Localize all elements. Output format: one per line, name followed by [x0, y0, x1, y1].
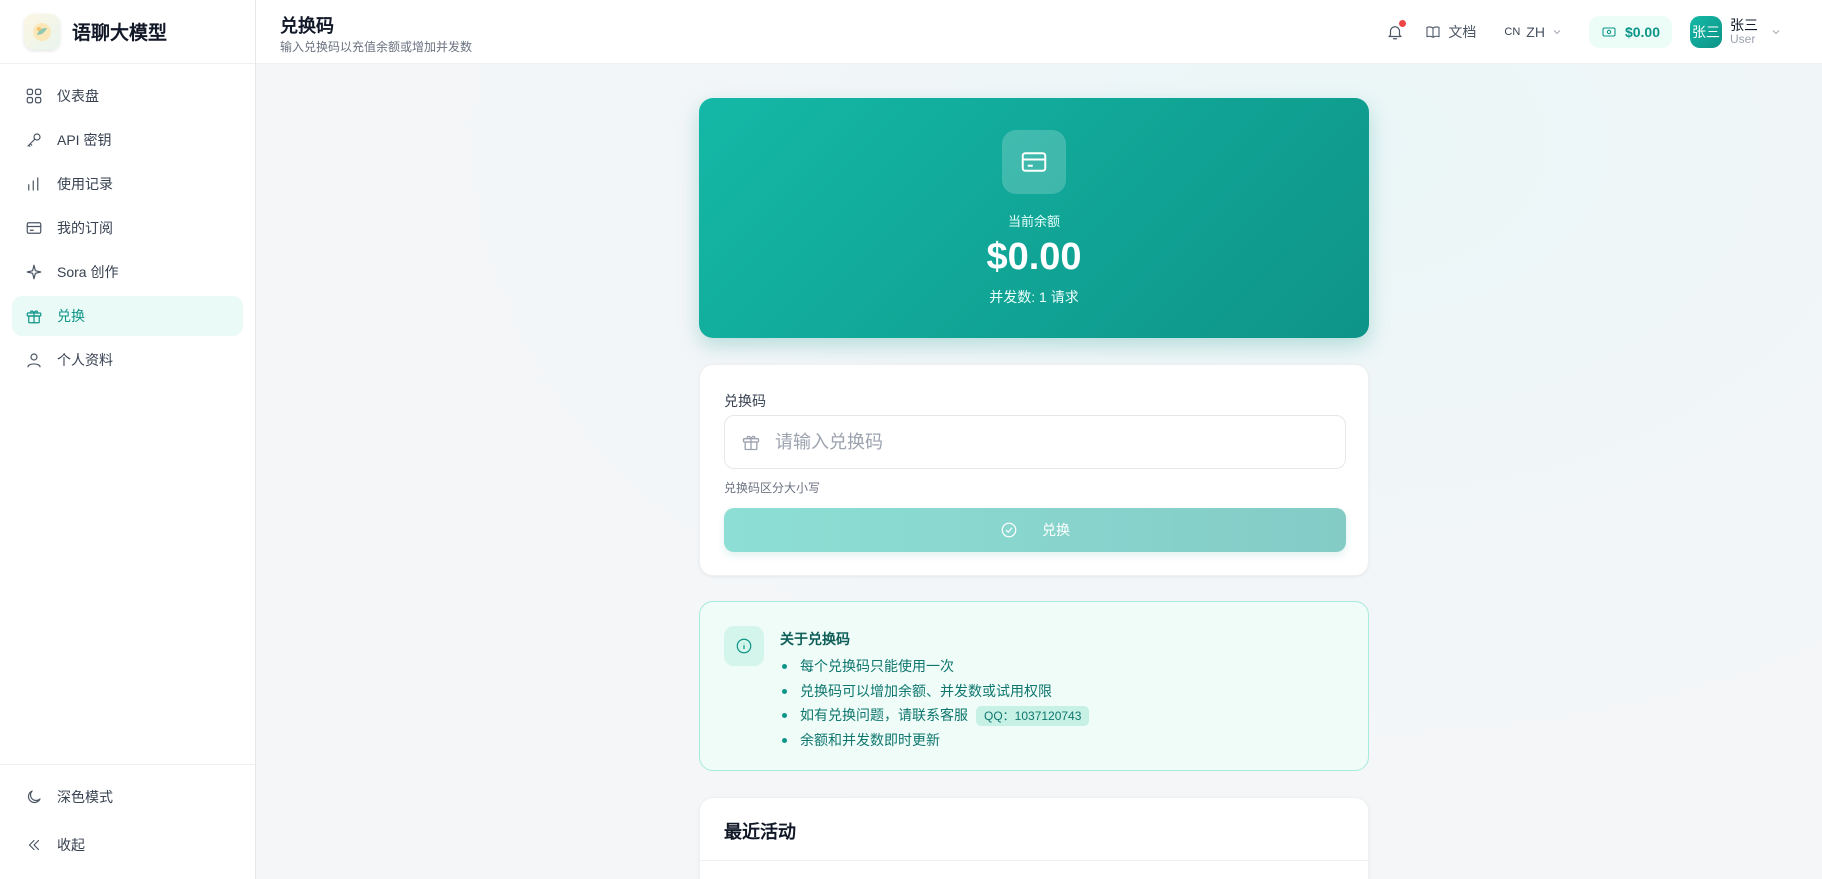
- brand-logo-icon: [24, 13, 60, 50]
- collapse-sidebar-button[interactable]: 收起: [12, 823, 244, 867]
- redeem-form-card: 兑换码 兑换码区分大小写 兑换: [699, 364, 1369, 576]
- list-item: 余额和并发数即时更新: [780, 728, 1089, 753]
- main-content: 当前余额 $0.00 并发数: 1 请求 兑换码 兑换码区分大小写 兑换 关于兑…: [256, 64, 1822, 879]
- redeem-code-label: 兑换码: [724, 393, 766, 409]
- docs-label: 文档: [1448, 24, 1477, 40]
- info-list: 每个兑换码只能使用一次 兑换码可以增加余额、并发数或试用权限 如有兑换问题，请联…: [780, 654, 1090, 753]
- notification-dot: [1399, 20, 1407, 27]
- list-item: 兑换码可以增加余额、并发数或试用权限: [780, 679, 1089, 704]
- sidebar-item-dashboard[interactable]: 仪表盘: [12, 76, 243, 116]
- sidebar-item-api-keys[interactable]: API 密钥: [12, 120, 243, 160]
- grid-icon: [26, 88, 42, 104]
- redeem-code-field[interactable]: [724, 415, 1346, 469]
- docs-link[interactable]: 文档: [1425, 22, 1476, 42]
- collapse-label: 收起: [57, 837, 85, 853]
- info-title: 关于兑换码: [780, 631, 850, 647]
- info-icon: [724, 626, 764, 666]
- case-sensitive-hint: 兑换码区分大小写: [724, 481, 821, 495]
- brand-name: 语聊大模型: [72, 23, 168, 44]
- chevron-down-icon: [1772, 30, 1780, 35]
- balance-amount: $0.00: [1624, 24, 1660, 40]
- balance-value: $0.00: [986, 236, 1082, 278]
- key-icon: [27, 133, 41, 147]
- bar-chart-icon: [28, 177, 39, 191]
- concurrency-text: 并发数: 1 请求: [989, 289, 1079, 305]
- recent-activity-title: 最近活动: [724, 822, 796, 842]
- sidebar-item-label: 兑换: [57, 308, 85, 324]
- sparkle-icon: [26, 264, 42, 280]
- redeem-button-label: 兑换: [1042, 522, 1070, 538]
- redeem-info-card: 关于兑换码 每个兑换码只能使用一次 兑换码可以增加余额、并发数或试用权限 如有兑…: [699, 601, 1369, 771]
- balance-label: 当前余额: [1007, 214, 1060, 229]
- list-item: 如有兑换问题，请联系客服 QQ：1037120743: [780, 703, 1090, 728]
- sidebar-item-label: API 密钥: [57, 132, 112, 148]
- sidebar: 语聊大模型 仪表盘 API 密钥 使用记录 我的订阅 Sora 创作 兑换 个人…: [0, 0, 256, 879]
- sidebar-item-subscriptions[interactable]: 我的订阅: [12, 208, 243, 248]
- sidebar-item-label: 我的订阅: [57, 220, 113, 236]
- user-menu[interactable]: 张三 张三 User: [1690, 16, 1782, 48]
- card-icon: [1002, 130, 1066, 194]
- sidebar-item-redeem[interactable]: 兑换: [12, 296, 243, 336]
- page-title: 兑换码: [280, 16, 334, 36]
- check-circle-icon: [1001, 522, 1017, 538]
- chevron-down-icon: [1553, 30, 1561, 35]
- sidebar-item-label: 仪表盘: [57, 88, 99, 104]
- gift-icon: [742, 435, 760, 451]
- brand[interactable]: 语聊大模型: [0, 0, 255, 64]
- sidebar-item-profile[interactable]: 个人资料: [12, 340, 243, 380]
- sidebar-nav: 仪表盘 API 密钥 使用记录 我的订阅 Sora 创作 兑换 个人资料: [0, 64, 255, 396]
- double-chevron-left-icon: [28, 839, 40, 851]
- user-icon: [27, 353, 41, 368]
- recent-activity-card: 最近活动: [699, 797, 1369, 879]
- sidebar-item-sora[interactable]: Sora 创作: [12, 252, 243, 292]
- sidebar-item-label: Sora 创作: [57, 264, 119, 280]
- balance-pill[interactable]: $0.00: [1588, 16, 1672, 48]
- wallet-icon: [1602, 27, 1616, 37]
- redeem-button[interactable]: 兑换: [724, 508, 1346, 552]
- divider: [700, 860, 1368, 861]
- list-item-text: 如有兑换问题，请联系客服: [800, 707, 968, 723]
- page-subtitle: 输入兑换码以充值余额或增加并发数: [280, 40, 473, 54]
- user-meta: 张三 User: [1730, 18, 1758, 46]
- user-name: 张三: [1730, 17, 1758, 33]
- flag-cn-icon: CN: [1504, 26, 1521, 38]
- language-select[interactable]: CN ZH: [1504, 24, 1563, 40]
- dark-mode-label: 深色模式: [57, 789, 113, 805]
- list-item: 每个兑换码只能使用一次: [780, 654, 1089, 679]
- avatar: 张三: [1690, 16, 1722, 48]
- user-role: User: [1730, 32, 1756, 46]
- sidebar-item-label: 使用记录: [57, 176, 113, 192]
- gift-icon: [26, 310, 42, 324]
- dark-mode-toggle[interactable]: 深色模式: [12, 775, 244, 819]
- notifications-button[interactable]: [1383, 20, 1407, 44]
- book-icon: [1426, 26, 1440, 38]
- moon-icon: [27, 790, 41, 804]
- sidebar-bottom: 深色模式 收起: [0, 764, 256, 879]
- language-label: ZH: [1526, 24, 1545, 40]
- top-header: 兑换码 输入兑换码以充值余额或增加并发数 文档 CN ZH $0.00 张三 张…: [256, 0, 1822, 64]
- card-icon: [26, 222, 42, 234]
- sidebar-item-usage[interactable]: 使用记录: [12, 164, 243, 204]
- sidebar-item-label: 个人资料: [57, 352, 113, 368]
- qq-contact-badge[interactable]: QQ：1037120743: [976, 706, 1090, 726]
- balance-card: 当前余额 $0.00 并发数: 1 请求: [699, 98, 1369, 338]
- header-actions: 文档 CN ZH $0.00 张三 张三 User: [1383, 0, 1782, 64]
- redeem-code-input[interactable]: [775, 431, 1315, 453]
